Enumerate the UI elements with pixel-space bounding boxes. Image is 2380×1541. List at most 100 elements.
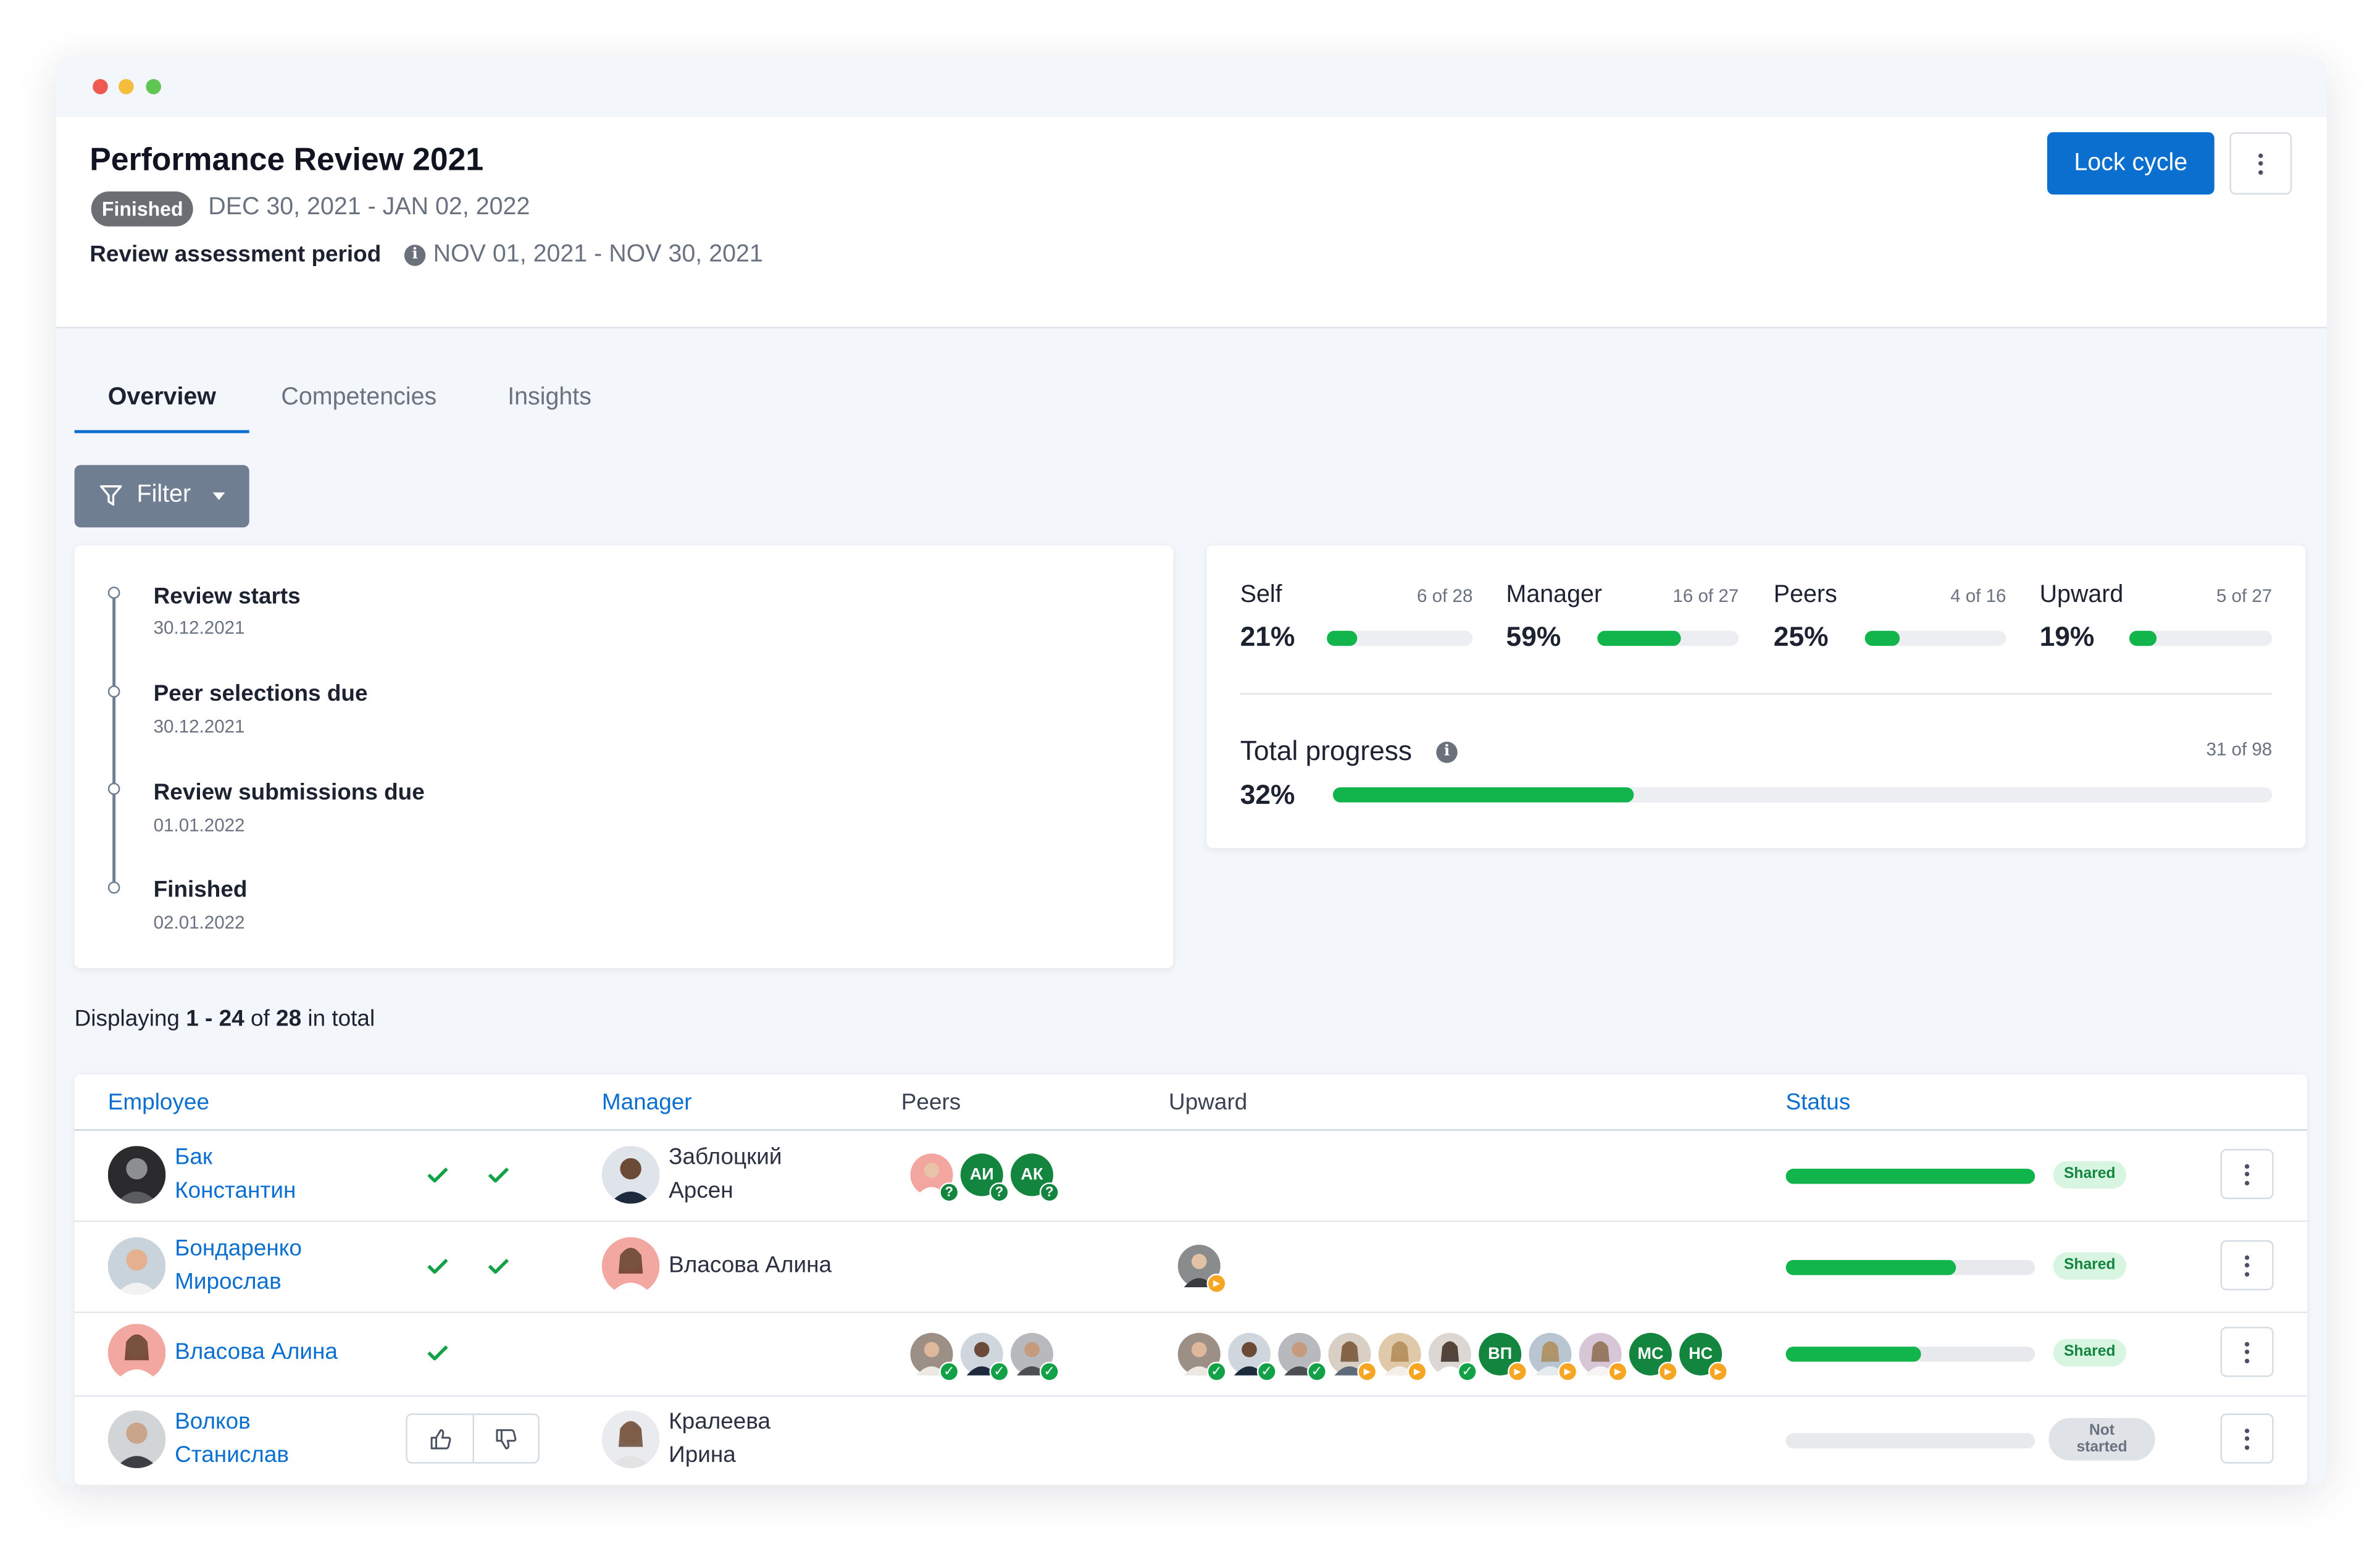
tab-insights[interactable]: Insights [507,385,591,412]
timeline-node [107,881,120,894]
employee-name[interactable]: Бак Константин [175,1142,296,1208]
pagination-summary: Displaying 1 - 24 of 28 in total [75,1006,375,1032]
status-badge: Shared [2053,1252,2126,1280]
upward-avatar[interactable]: ▸ [1378,1332,1427,1382]
employee-name[interactable]: Бондаренко Мирослав [175,1232,302,1299]
status-progress-bar [1785,1259,2036,1276]
timeline-step-title: Finished [153,877,248,903]
column-employee[interactable]: Employee [108,1090,209,1116]
upward-avatar[interactable]: ▸ [1177,1245,1227,1293]
filter-button[interactable]: Filter [74,465,249,528]
upward-initials: МС [1637,1345,1664,1364]
thumbs-down-icon[interactable] [494,1427,518,1451]
upward-avatar[interactable]: ▸ [1328,1332,1377,1382]
play-badge-icon: ▸ [1407,1361,1427,1382]
column-peers: Peers [901,1090,961,1116]
row-actions-button[interactable] [2220,1413,2274,1464]
tab-overview[interactable]: Overview [108,385,216,412]
check-badge-icon: ✓ [989,1361,1009,1382]
peer-avatar[interactable]: ✓ [910,1332,959,1382]
row-actions-button[interactable] [2220,1149,2274,1200]
status-badge: Finished [91,191,194,227]
upward-avatar[interactable]: ✓ [1428,1332,1477,1382]
avatar[interactable] [601,1146,660,1204]
upward-avatar[interactable]: ВП ▸ [1479,1332,1528,1382]
timeline-card: Review starts 30.12.2021 Peer selections… [74,545,1174,969]
upward-avatar[interactable]: ▸ [1579,1332,1628,1382]
check-badge-icon: ✓ [1256,1361,1277,1382]
row-actions-button[interactable] [2220,1327,2274,1377]
peer-avatar[interactable]: АИ ? [960,1153,1009,1203]
employee-first-name[interactable]: Бак [175,1142,296,1175]
upward-initials: ВП [1488,1345,1513,1364]
thumbs-up-icon[interactable] [428,1427,453,1451]
avatar[interactable] [601,1410,660,1469]
peer-avatar[interactable]: ✓ [1011,1332,1059,1382]
status-badge: Shared [2053,1338,2126,1367]
employee-last-name[interactable]: Константин [175,1175,296,1208]
rating-divider [472,1414,475,1463]
timeline-line [112,590,116,890]
status-progress-fill [1785,1347,1921,1362]
timeline-step-date: 30.12.2021 [153,716,245,737]
upward-avatar[interactable]: ✓ [1177,1332,1227,1382]
question-badge-icon: ? [989,1182,1009,1203]
upward-avatar[interactable]: ✓ [1278,1332,1327,1382]
upward-avatar[interactable]: ▸ [1529,1332,1578,1382]
app-window: Performance Review 2021 Finished DEC 30,… [56,56,2327,1485]
period-dates: NOV 01, 2021 - NOV 30, 2021 [433,241,763,268]
timeline-step-title: Review submissions due [153,779,425,806]
upward-avatar[interactable]: НС ▸ [1679,1332,1728,1382]
timeline-node [107,782,120,795]
tab-competencies[interactable]: Competencies [281,385,436,412]
employee-first-name[interactable]: Волков [175,1406,289,1439]
progress-upward-percent: 19% [2039,621,2095,653]
avatar[interactable] [107,1237,166,1295]
avatar[interactable] [601,1237,660,1295]
progress-peers-label: Peers [1773,582,1837,608]
check-icon [488,1258,509,1274]
upward-avatar[interactable]: МС ▸ [1629,1332,1678,1382]
row-divider [74,1311,2307,1313]
peer-avatar[interactable]: АК ? [1011,1153,1059,1203]
peer-avatar[interactable]: ✓ [960,1332,1009,1382]
displaying-total: 28 [276,1006,302,1032]
manager-first-name: Кралеева [669,1408,771,1435]
info-icon[interactable]: i [404,244,426,266]
progress-upward-count: 5 of 27 [2216,585,2273,607]
play-badge-icon: ▸ [1508,1361,1528,1382]
peer-initials: АК [1021,1166,1043,1184]
column-status[interactable]: Status [1785,1090,1850,1116]
progress-self-label: Self [1240,582,1282,608]
avatar[interactable] [107,1410,166,1469]
manager-name: Власова Алина [669,1252,832,1279]
column-manager[interactable]: Manager [602,1090,692,1116]
upward-avatar[interactable]: ✓ [1228,1332,1277,1382]
more-options-button[interactable] [2229,132,2292,195]
window-titlebar [56,56,2327,117]
employee-name[interactable]: Волков Станислав [175,1406,289,1472]
manager-first-name: Заблоцкий [669,1144,782,1171]
timeline-step-date: 01.01.2022 [153,814,245,836]
check-icon [427,1167,448,1183]
minimize-window-dot[interactable] [119,79,134,94]
more-vertical-icon [2244,1255,2250,1276]
status-progress-fill [1785,1259,1956,1276]
close-window-dot[interactable] [93,79,108,94]
row-actions-button[interactable] [2220,1240,2274,1290]
avatar[interactable] [107,1146,166,1204]
info-icon[interactable]: i [1436,741,1458,763]
row-divider [74,1220,2307,1222]
progress-manager-count: 16 of 27 [1672,585,1739,607]
employee-name[interactable]: Власова Алина [175,1336,338,1369]
maximize-window-dot[interactable] [146,79,161,94]
employee-first-name[interactable]: Бондаренко [175,1232,302,1266]
employee-last-name[interactable]: Мирослав [175,1266,302,1300]
peer-avatar[interactable]: ? [910,1153,959,1203]
employee-last-name[interactable]: Станислав [175,1439,289,1472]
avatar[interactable] [107,1324,166,1382]
check-badge-icon: ✓ [1039,1361,1059,1382]
lock-cycle-button[interactable]: Lock cycle [2047,132,2215,195]
total-progress-percent: 32% [1240,779,1295,811]
more-vertical-icon [2244,1341,2250,1363]
